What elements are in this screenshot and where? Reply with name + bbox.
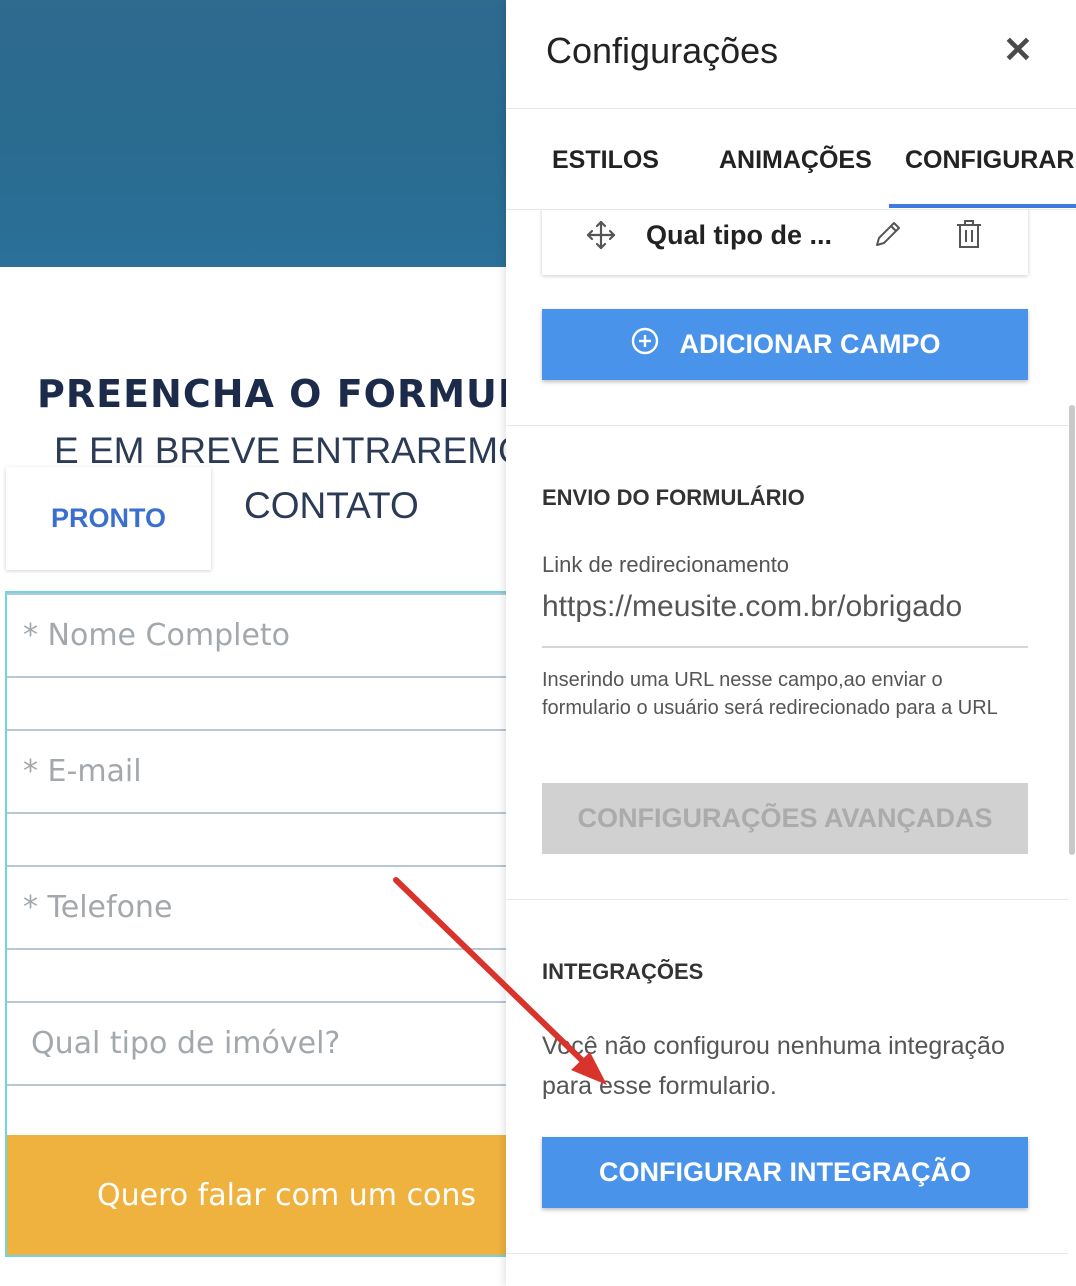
submit-button[interactable]: Quero falar com um cons xyxy=(7,1135,527,1255)
property-type-field[interactable]: Qual tipo de imóvel? xyxy=(7,1001,527,1086)
panel-title: Configurações xyxy=(546,30,779,71)
name-field[interactable]: * Nome Completo xyxy=(7,593,527,678)
form-subtitle: E EM BREVE ENTRAREMO xyxy=(54,430,527,471)
email-field[interactable]: * E-mail xyxy=(7,729,527,814)
field-item-label: Qual tipo de ... xyxy=(646,220,833,250)
move-icon[interactable] xyxy=(586,220,616,255)
redirect-label: Link de redirecionamento xyxy=(542,552,790,577)
panel-header: Configurações ✕ xyxy=(506,0,1076,109)
trash-icon[interactable] xyxy=(954,218,984,255)
active-tab-indicator xyxy=(889,204,1076,208)
form-title: PREENCHA O FORMUL xyxy=(37,372,524,416)
no-integrations-text: Você não configurou nenhuma integração p… xyxy=(542,1032,1005,1100)
configure-integration-button[interactable]: CONFIGURAR INTEGRAÇÃO xyxy=(542,1137,1028,1208)
redirect-help-text: Inserindo uma URL nesse campo,ao enviar … xyxy=(542,669,998,719)
form-field-item[interactable]: Qual tipo de ... xyxy=(542,210,1028,275)
add-field-label: ADICIONAR CAMPO xyxy=(679,329,941,359)
tab-estilos[interactable]: ESTILOS xyxy=(552,146,659,175)
section-divider xyxy=(506,899,1068,900)
phone-field[interactable]: * Telefone xyxy=(7,865,527,950)
envio-section-title: ENVIO DO FORMULÁRIO xyxy=(542,485,805,510)
form-subtitle-continued: CONTATO xyxy=(244,485,419,526)
pronto-button[interactable]: PRONTO xyxy=(6,467,211,570)
close-icon[interactable]: ✕ xyxy=(998,29,1038,70)
add-field-button[interactable]: ADICIONAR CAMPO xyxy=(542,309,1028,380)
integracoes-section-title: INTEGRAÇÕES xyxy=(542,959,704,984)
section-divider xyxy=(506,425,1068,426)
tab-configurar[interactable]: CONFIGURAR xyxy=(905,146,1074,175)
panel-scrollbar[interactable] xyxy=(1069,405,1075,855)
pencil-icon[interactable] xyxy=(872,218,904,255)
redirect-url-input[interactable]: https://meusite.com.br/obrigado xyxy=(542,590,1028,648)
plus-circle-icon xyxy=(630,326,660,363)
settings-panel: Configurações ✕ ESTILOS ANIMAÇÕES CONFIG… xyxy=(506,0,1076,1286)
tab-bar: ESTILOS ANIMAÇÕES CONFIGURAR xyxy=(506,110,1076,208)
advanced-settings-button[interactable]: CONFIGURAÇÕES AVANÇADAS xyxy=(542,783,1028,854)
tab-animacoes[interactable]: ANIMAÇÕES xyxy=(719,146,872,175)
section-divider xyxy=(506,1253,1068,1254)
panel-content: Qual tipo de ... ADICIONAR CAMPO ENVIO D… xyxy=(506,210,1068,1286)
hero-banner xyxy=(0,0,506,267)
